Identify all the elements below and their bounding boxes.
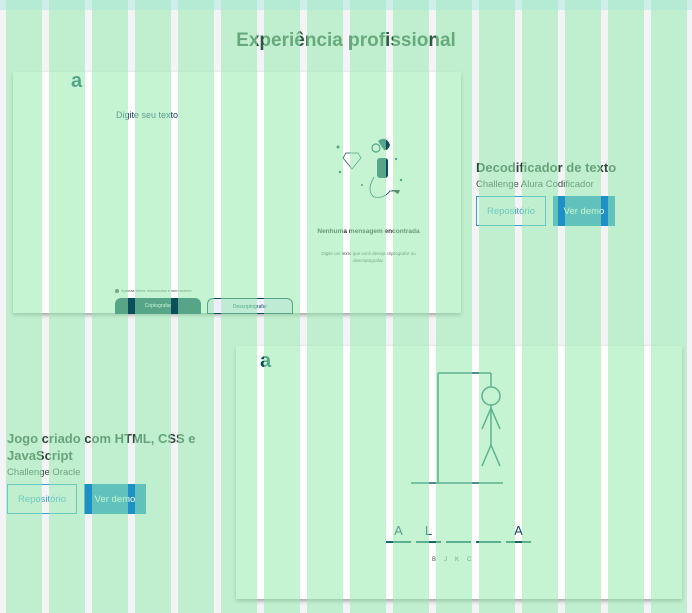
alura-logo: a (71, 70, 83, 92)
letter-slot: A (386, 522, 411, 543)
repository-button[interactable]: Repositório (7, 484, 77, 514)
letter-slot (476, 522, 501, 543)
letter-slot: L (416, 522, 441, 543)
repository-button[interactable]: Repositório (476, 196, 546, 226)
section-title: Experiência profissional (236, 30, 456, 51)
decoder-preview-image: a Digite seu texto Apenas letras minúscu… (13, 70, 461, 314)
project-title: Jogo criado com HTML, CSS e JavaScript (7, 431, 196, 463)
text-input-placeholder: Digite seu texto (116, 110, 179, 120)
wrong-letter: B (432, 557, 437, 563)
wrong-letter: C (467, 557, 472, 563)
grid-top-band (0, 0, 692, 10)
info-icon (115, 288, 119, 293)
wrong-letters: B J K C (432, 557, 471, 563)
alura-logo: a (260, 350, 272, 372)
project-subtitle: Challenge Alura Codificador (476, 179, 594, 190)
project-title: Decodificador de texto (476, 160, 617, 175)
hangman-gallows-drawing (411, 372, 503, 484)
demo-button[interactable]: Ver demo (84, 484, 146, 514)
project-subtitle: Challenge Oracle (7, 467, 81, 478)
project-info-hangman: Jogo criado com HTML, CSS e JavaScript C… (7, 430, 207, 514)
decrypt-button: Descriptografar (207, 298, 293, 314)
demo-button[interactable]: Ver demo (553, 196, 615, 226)
empty-text: Digite um texto que você deseja criptogr… (321, 251, 416, 263)
letter-slot (446, 522, 471, 543)
project-info-decoder: Decodificador de texto Challenge Alura C… (476, 159, 676, 226)
note-text: Apenas letras minúsculas e sem acento (121, 288, 192, 293)
output-panel: Nenhuma mensagem encontrada Digite um te… (316, 75, 421, 313)
letter-slot: A (506, 522, 531, 543)
wrong-letter: J (444, 557, 448, 563)
empty-title: Nenhuma mensagem encontrada (317, 228, 420, 235)
wrong-letter: K (455, 557, 460, 563)
word-slots: A L A (386, 522, 531, 543)
person-with-magnifier-illustration (336, 138, 403, 198)
encrypt-button: Criptografar (115, 298, 201, 314)
input-note: Apenas letras minúsculas e sem acento (115, 288, 192, 293)
